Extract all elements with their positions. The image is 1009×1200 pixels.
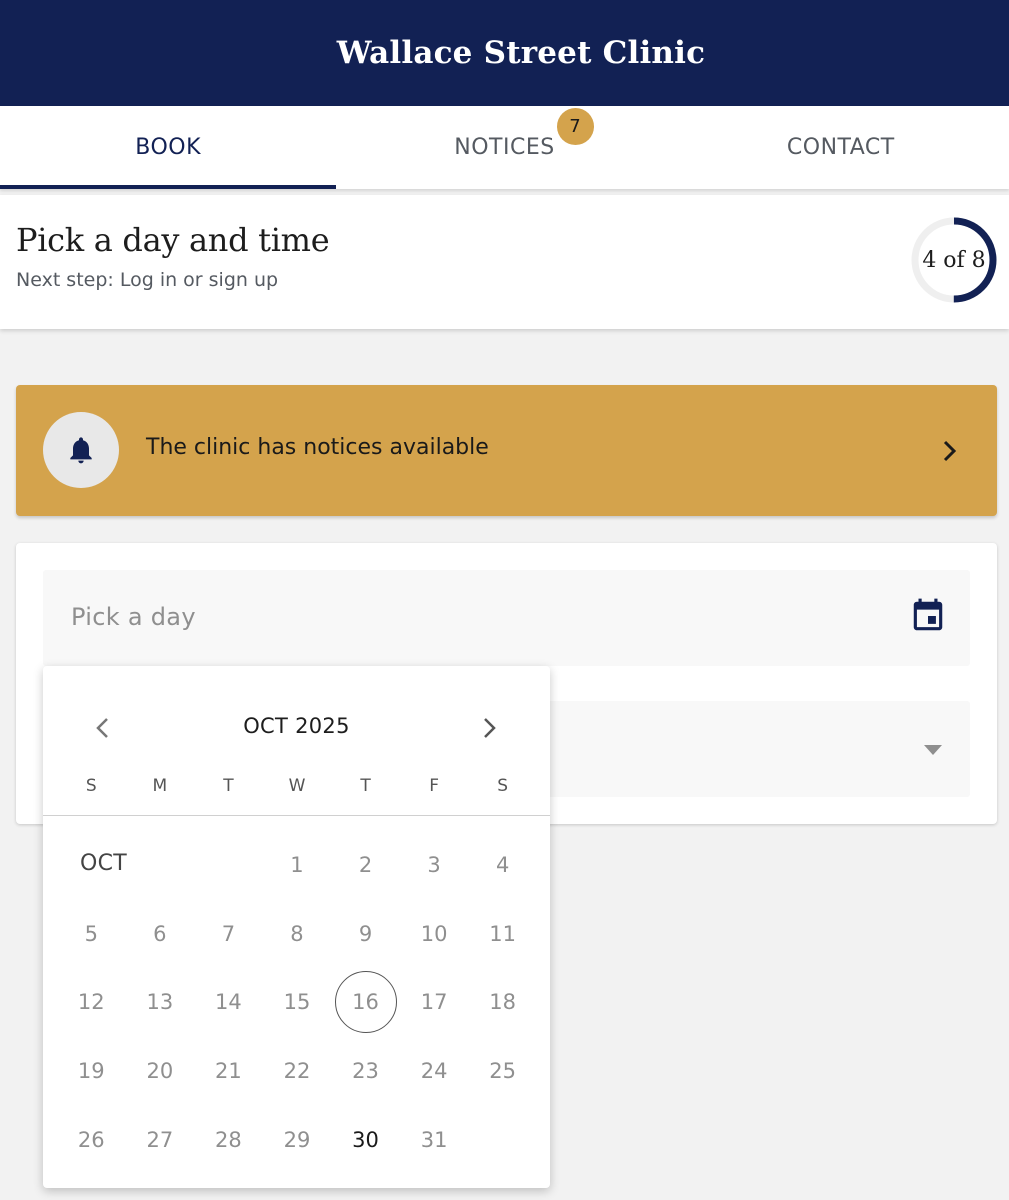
calendar-day-4[interactable]: 4 (468, 831, 537, 900)
calendar-day-26[interactable]: 26 (57, 1105, 126, 1174)
calendar-day-28[interactable]: 28 (194, 1105, 263, 1174)
chevron-right-icon (943, 440, 957, 462)
calendar-day-7[interactable]: 7 (194, 900, 263, 969)
calendar-day-8[interactable]: 8 (263, 900, 332, 969)
tab-book[interactable]: BOOK (0, 106, 337, 189)
weekday-sat: S (497, 776, 509, 796)
calendar-day-29[interactable]: 29 (263, 1105, 332, 1174)
bell-icon (70, 437, 92, 464)
tab-book-label: BOOK (135, 135, 202, 160)
calendar-day-20[interactable]: 20 (126, 1037, 195, 1106)
tab-contact-label: CONTACT (786, 135, 895, 160)
calendar-day-12[interactable]: 12 (57, 968, 126, 1037)
weekday-sun: S (85, 776, 97, 796)
tab-contact[interactable]: CONTACT (673, 106, 1009, 189)
calendar-day-30[interactable]: 30 (331, 1105, 400, 1174)
calendar-day-2[interactable]: 2 (331, 831, 400, 900)
day-field-placeholder: Pick a day (71, 603, 196, 631)
weekday-wed: W (288, 776, 306, 796)
calendar-icon[interactable] (909, 596, 947, 636)
calendar-day-11[interactable]: 11 (468, 900, 537, 969)
app-title: Wallace Street Clinic (336, 35, 706, 71)
calendar-day-23[interactable]: 23 (331, 1037, 400, 1106)
weekday-header: S M T W T F S (57, 776, 537, 796)
calendar-day-19[interactable]: 19 (57, 1037, 126, 1106)
calendar-day-15[interactable]: 15 (263, 968, 332, 1037)
calendar-day-18[interactable]: 18 (468, 968, 537, 1037)
notices-banner[interactable]: The clinic has notices available (16, 385, 997, 516)
weekday-tue: T (223, 776, 234, 796)
calendar-day-10[interactable]: 10 (400, 900, 469, 969)
calendar-day-13[interactable]: 13 (126, 968, 195, 1037)
tab-notices[interactable]: NOTICES 7 (336, 106, 672, 189)
calendar-day-24[interactable]: 24 (400, 1037, 469, 1106)
calendar-day-6[interactable]: 6 (126, 900, 195, 969)
calendar-day-9[interactable]: 9 (331, 900, 400, 969)
calendar-day-14[interactable]: 14 (194, 968, 263, 1037)
calendar-day-21[interactable]: 21 (194, 1037, 263, 1106)
calendar-day-31[interactable]: 31 (400, 1105, 469, 1174)
step-panel: Pick a day and time Next step: Log in or… (0, 195, 1009, 329)
calendar-day-17[interactable]: 17 (400, 968, 469, 1037)
empty-day-cell (126, 831, 195, 900)
notices-count-badge: 7 (556, 108, 594, 145)
calendar-day-3[interactable]: 3 (400, 831, 469, 900)
day-picker-field[interactable]: Pick a day (43, 570, 970, 666)
bell-icon-circle (43, 412, 119, 488)
tab-notices-label: NOTICES 7 (454, 108, 594, 160)
calendar-day-16[interactable]: 16 (331, 968, 400, 1037)
datepicker-popup: OCT 2025 S M T W T F S OCT 1 2 3 4 5 6 7 8 9 10 11… (43, 666, 550, 1188)
calendar-day-1[interactable]: 1 (263, 831, 332, 900)
page-title: Pick a day and time (16, 221, 330, 259)
tab-notices-text: NOTICES (454, 135, 555, 160)
days-grid: 1 2 3 4 5 6 7 8 9 10 11 12 13 14 15 16 17 18 19 20 21 22 23 24 2… (57, 831, 537, 1174)
next-month-button[interactable] (473, 712, 505, 744)
step-progress-label: 4 of 8 (922, 247, 986, 273)
weekday-thu: T (360, 776, 371, 796)
calendar-day-22[interactable]: 22 (263, 1037, 332, 1106)
weekday-fri: F (429, 776, 439, 796)
calendar-day-25[interactable]: 25 (468, 1037, 537, 1106)
empty-day-cell (194, 831, 263, 900)
next-step-text: Next step: Log in or sign up (16, 269, 279, 291)
calendar-day-27[interactable]: 27 (126, 1105, 195, 1174)
notices-banner-text: The clinic has notices available (146, 435, 489, 460)
app-header: Wallace Street Clinic (0, 0, 1009, 106)
calendar-day-5[interactable]: 5 (57, 900, 126, 969)
tab-bar: BOOK NOTICES 7 CONTACT (0, 106, 1009, 189)
dropdown-arrow-icon (924, 745, 942, 755)
weekday-mon: M (152, 776, 168, 796)
empty-day-cell (57, 831, 126, 900)
datepicker-divider (43, 815, 550, 816)
